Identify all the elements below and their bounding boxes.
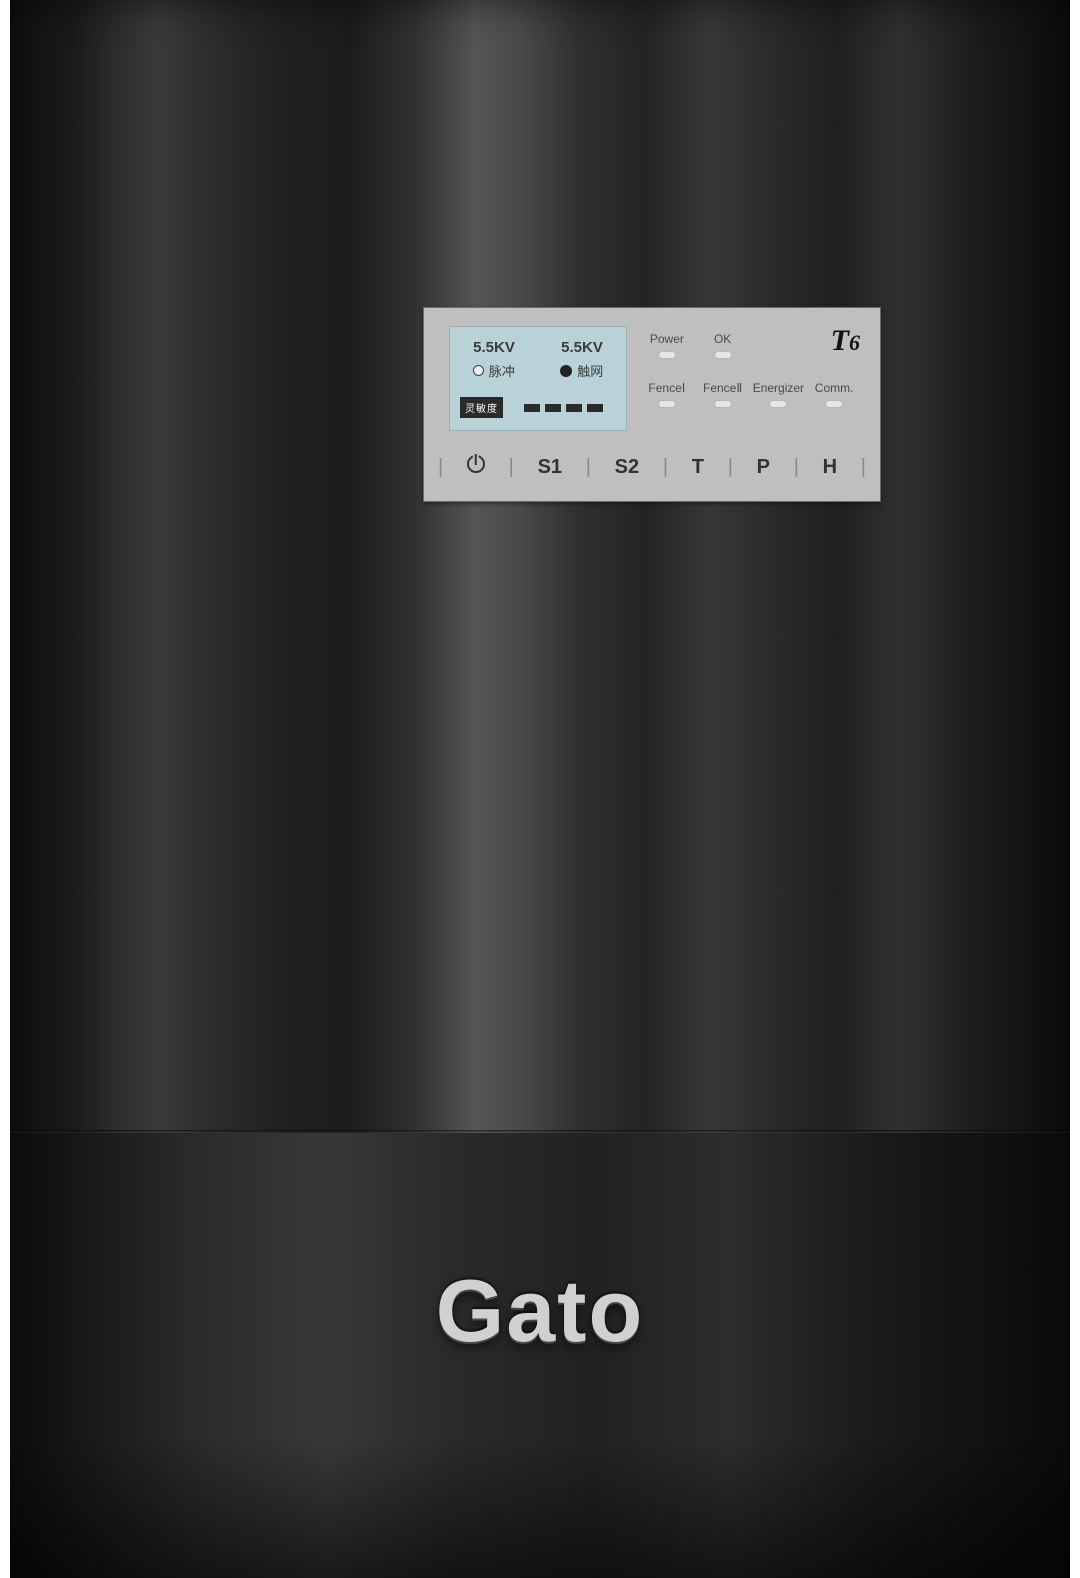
s2-button[interactable]: S2 [615,456,639,479]
led-indicator [714,351,732,359]
brand-logo: Gato [10,1260,1070,1362]
control-panel: 5.5KV 5.5KV 脉冲 触网 灵敏度 [423,307,881,502]
status-empty: . [751,332,807,359]
sensitivity-bar [566,404,582,412]
sensitivity-bar [545,404,561,412]
separator: | [438,456,443,479]
status-power: Power [639,332,695,359]
t-button[interactable]: T [692,456,704,479]
status-comm: Comm. [806,381,862,408]
led-indicator [825,400,843,408]
h-button[interactable]: H [823,456,837,479]
power-button[interactable] [467,455,485,479]
status-led-label: FenceⅠ [648,381,685,395]
status-empty: . [806,332,862,359]
radio-filled-icon [560,365,572,377]
separator: | [586,456,591,479]
status-fence1: FenceⅠ [639,381,695,408]
led-indicator [658,400,676,408]
mode-pulse: 脉冲 [473,361,515,380]
voltage-right: 5.5KV [561,339,603,356]
status-led-label: OK [714,332,731,346]
led-indicator [714,400,732,408]
radio-open-icon [473,365,484,376]
separator: | [663,456,668,479]
brand-text: Gato [436,1261,644,1360]
separator: | [509,456,514,479]
status-energizer: Energizer [751,381,807,408]
power-icon [467,455,485,473]
separator: | [861,456,866,479]
led-indicator [658,351,676,359]
mode-row: 脉冲 触网 [450,361,626,380]
s1-button[interactable]: S1 [538,456,562,479]
separator: | [794,456,799,479]
voltage-readout-row: 5.5KV 5.5KV [450,339,626,356]
status-area: T6 Power OK . . FenceⅠ FenceⅡ [639,326,862,431]
sensitivity-label: 灵敏度 [460,397,503,418]
sensitivity-bar [587,404,603,412]
led-indicator [769,400,787,408]
status-led-label: FenceⅡ [703,381,742,395]
status-led-label: Energizer [753,381,804,395]
lcd-screen: 5.5KV 5.5KV 脉冲 触网 灵敏度 [449,326,627,431]
status-ok: OK [695,332,751,359]
voltage-left: 5.5KV [473,339,515,356]
p-button[interactable]: P [757,456,770,479]
separator: | [728,456,733,479]
mode-touch-label: 触网 [577,361,603,380]
mode-touch: 触网 [560,361,603,380]
sensitivity-row: 灵敏度 [460,397,616,418]
status-led-grid: Power OK . . FenceⅠ FenceⅡ [639,332,862,408]
status-led-label: Comm. [815,381,854,395]
status-fence2: FenceⅡ [695,381,751,408]
sensitivity-bars [511,404,616,412]
status-led-label: Power [650,332,684,346]
device-body: 5.5KV 5.5KV 脉冲 触网 灵敏度 [10,0,1070,1578]
mode-pulse-label: 脉冲 [489,361,515,380]
button-row: | | S1 | S2 | T | P | H | [438,447,866,487]
sensitivity-bar [524,404,540,412]
